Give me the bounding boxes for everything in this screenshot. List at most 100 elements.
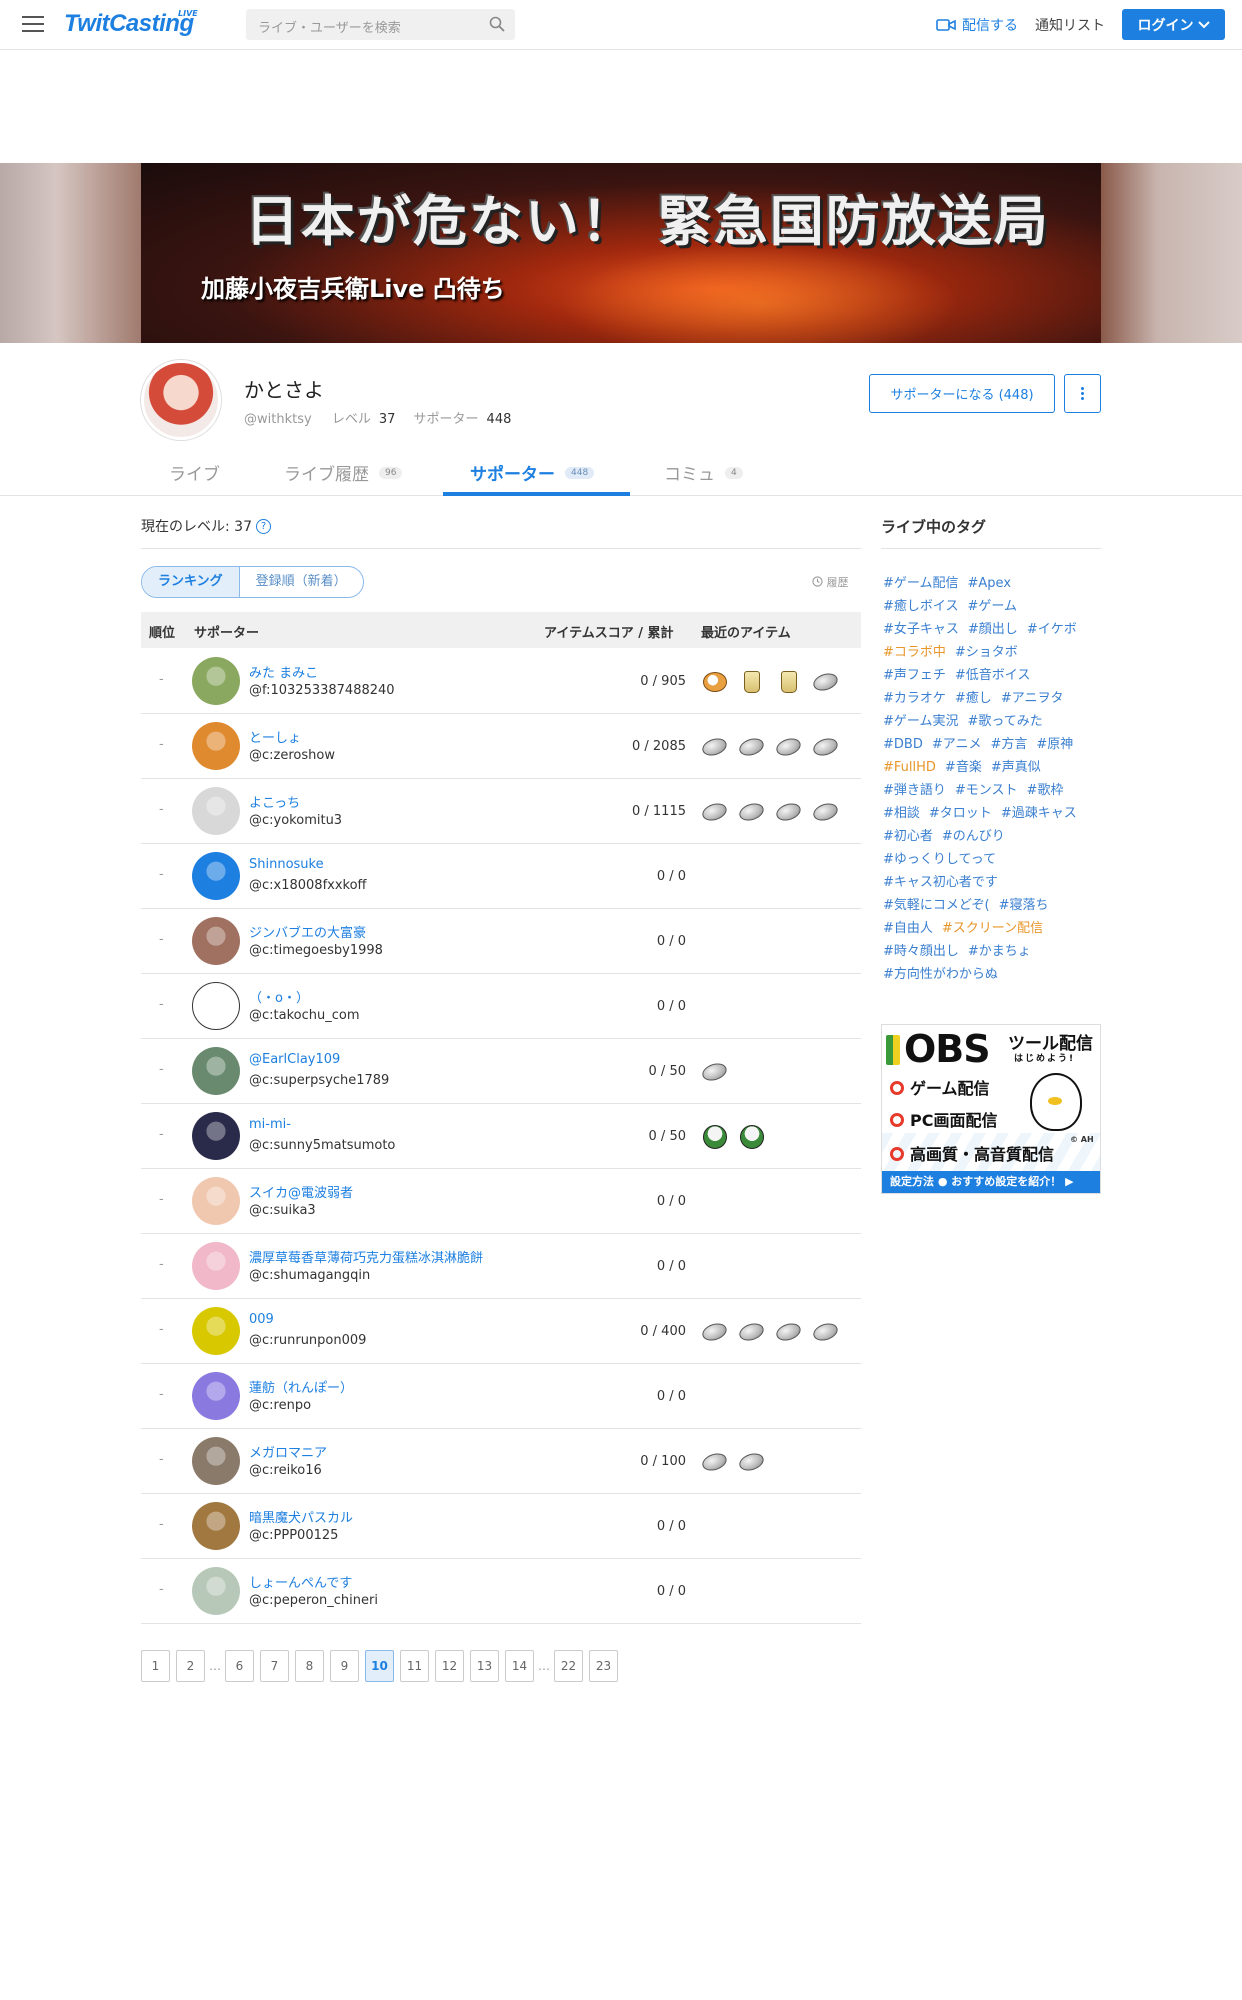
supporter-name-link[interactable]: よこっち bbox=[249, 792, 300, 811]
tag-link[interactable]: #顔出し bbox=[968, 622, 1018, 637]
supporter-name-link[interactable]: みた まみこ bbox=[249, 662, 318, 681]
supporter-avatar[interactable] bbox=[192, 722, 240, 770]
tag-link[interactable]: #ゲーム配信 bbox=[883, 576, 959, 591]
tag-link[interactable]: #FullHD bbox=[883, 760, 936, 775]
tag-link[interactable]: #自由人 bbox=[883, 921, 933, 936]
page-button[interactable]: 13 bbox=[470, 1650, 499, 1682]
supporter-name-link[interactable]: メガロマニア bbox=[249, 1442, 327, 1461]
tag-link[interactable]: #ゆっくりしてって bbox=[883, 852, 996, 867]
supporter-name-link[interactable]: （・о・） bbox=[249, 987, 309, 1006]
supporter-avatar[interactable] bbox=[192, 1307, 240, 1355]
supporter-avatar[interactable] bbox=[192, 1242, 240, 1290]
supporter-avatar[interactable] bbox=[192, 1177, 240, 1225]
tag-link[interactable]: #ゲーム実況 bbox=[883, 714, 959, 729]
page-button[interactable]: 22 bbox=[554, 1650, 583, 1682]
tag-link[interactable]: #方言 bbox=[990, 737, 1027, 752]
tag-link[interactable]: #モンスト bbox=[955, 783, 1018, 798]
supporter-avatar[interactable] bbox=[192, 982, 240, 1030]
tab-live[interactable]: ライブ bbox=[169, 460, 220, 485]
supporter-avatar[interactable] bbox=[192, 1047, 240, 1095]
tag-link[interactable]: #イケボ bbox=[1027, 622, 1077, 637]
tag-link[interactable]: #寝落ち bbox=[999, 898, 1049, 913]
page-button[interactable]: 10 bbox=[365, 1650, 394, 1682]
tag-link[interactable]: #原神 bbox=[1036, 737, 1073, 752]
page-button[interactable]: 11 bbox=[400, 1650, 429, 1682]
search-icon[interactable] bbox=[489, 16, 505, 32]
supporter-avatar[interactable] bbox=[192, 1437, 240, 1485]
tab-live-history[interactable]: ライブ履歴 96 bbox=[284, 460, 403, 485]
supporter-name-link[interactable]: スイカ@電波弱者 bbox=[249, 1182, 353, 1201]
become-supporter-button[interactable]: サポーターになる (448) bbox=[869, 374, 1055, 413]
supporter-name-link[interactable]: 暗黒魔犬パスカル bbox=[249, 1507, 353, 1526]
page-button[interactable]: 8 bbox=[295, 1650, 324, 1682]
tag-link[interactable]: #ゲーム bbox=[968, 599, 1018, 614]
supporter-avatar[interactable] bbox=[192, 657, 240, 705]
tag-link[interactable]: #歌ってみた bbox=[968, 714, 1043, 729]
tag-link[interactable]: #カラオケ bbox=[883, 691, 946, 706]
supporter-name-link[interactable]: Shinnosuke bbox=[249, 857, 324, 872]
tag-link[interactable]: #癒し bbox=[955, 691, 992, 706]
supporter-avatar[interactable] bbox=[192, 917, 240, 965]
supporter-avatar[interactable] bbox=[192, 1567, 240, 1615]
tag-link[interactable]: #初心者 bbox=[883, 829, 933, 844]
tag-link[interactable]: #過疎キャス bbox=[1001, 806, 1077, 821]
tag-link[interactable]: #相談 bbox=[883, 806, 920, 821]
supporter-name-link[interactable]: 蓮舫（れんぽー） bbox=[249, 1377, 353, 1396]
supporter-avatar[interactable] bbox=[192, 787, 240, 835]
page-button[interactable]: 6 bbox=[225, 1650, 254, 1682]
twitcasting-logo[interactable]: TwitCasting bbox=[64, 10, 194, 38]
page-button[interactable]: 23 bbox=[589, 1650, 618, 1682]
sort-ranking-button[interactable]: ランキング bbox=[142, 567, 240, 597]
profile-avatar[interactable] bbox=[141, 360, 221, 440]
page-button[interactable]: 7 bbox=[260, 1650, 289, 1682]
page-button[interactable]: 14 bbox=[505, 1650, 534, 1682]
tag-link[interactable]: #声フェチ bbox=[883, 668, 946, 683]
supporter-name-link[interactable]: ジンバブエの大富豪 bbox=[249, 922, 366, 941]
page-button[interactable]: 2 bbox=[176, 1650, 205, 1682]
broadcast-link[interactable]: 配信する bbox=[936, 15, 1018, 35]
tag-link[interactable]: #スクリーン配信 bbox=[942, 921, 1043, 936]
tag-link[interactable]: #気軽にコメどぞ( bbox=[883, 898, 990, 913]
tag-link[interactable]: #キャス初心者です bbox=[883, 875, 998, 890]
tab-community[interactable]: コミュ 4 bbox=[664, 460, 743, 485]
tag-link[interactable]: #音楽 bbox=[945, 760, 982, 775]
supporter-name-link[interactable]: mi-mi- bbox=[249, 1117, 291, 1132]
tag-link[interactable]: #DBD bbox=[883, 737, 923, 752]
tag-link[interactable]: #弾き語り bbox=[883, 783, 946, 798]
more-options-button[interactable] bbox=[1064, 374, 1101, 413]
page-button[interactable]: 12 bbox=[435, 1650, 464, 1682]
supporter-name-link[interactable]: とーしょ bbox=[249, 727, 301, 746]
supporter-name-link[interactable]: 濃厚草莓香草薄荷巧克力蛋糕冰淇淋脆餅 bbox=[249, 1247, 483, 1266]
tag-link[interactable]: #方向性がわからぬ bbox=[883, 967, 998, 982]
tag-link[interactable]: #コラボ中 bbox=[883, 645, 946, 660]
supporter-name-link[interactable]: @EarlClay109 bbox=[249, 1052, 340, 1067]
tag-link[interactable]: #声真似 bbox=[991, 760, 1041, 775]
supporter-avatar[interactable] bbox=[192, 1112, 240, 1160]
tag-link[interactable]: #Apex bbox=[968, 576, 1012, 591]
page-button[interactable]: 9 bbox=[330, 1650, 359, 1682]
tag-link[interactable]: #のんびり bbox=[942, 829, 1005, 844]
obs-ad-banner[interactable]: OBS ツール配信 はじめよう! ゲーム配信 PC画面配信 高画質・高音質配信 … bbox=[881, 1024, 1101, 1194]
tag-link[interactable]: #時々顔出し bbox=[883, 944, 959, 959]
tag-link[interactable]: #タロット bbox=[929, 806, 992, 821]
sort-newest-button[interactable]: 登録順（新着） bbox=[240, 567, 363, 597]
page-button[interactable]: 1 bbox=[141, 1650, 170, 1682]
tag-link[interactable]: #アニヲタ bbox=[1001, 691, 1064, 706]
history-link[interactable]: 履歴 bbox=[812, 574, 849, 590]
supporter-name-link[interactable]: 009 bbox=[249, 1312, 274, 1327]
search-input[interactable]: ライブ・ユーザーを検索 bbox=[246, 9, 515, 40]
menu-icon[interactable] bbox=[22, 16, 44, 34]
tag-link[interactable]: #かまちょ bbox=[968, 944, 1031, 959]
tag-link[interactable]: #アニメ bbox=[932, 737, 982, 752]
tag-link[interactable]: #女子キャス bbox=[883, 622, 959, 637]
ad-footer-link[interactable]: 設定方法 ● おすすめ設定を紹介！ ▶ bbox=[882, 1171, 1100, 1193]
tag-link[interactable]: #ショタボ bbox=[955, 645, 1018, 660]
supporter-avatar[interactable] bbox=[192, 1502, 240, 1550]
supporter-avatar[interactable] bbox=[192, 1372, 240, 1420]
tag-link[interactable]: #低音ボイス bbox=[955, 668, 1031, 683]
supporter-avatar[interactable] bbox=[192, 852, 240, 900]
tab-supporters[interactable]: サポーター 448 bbox=[470, 460, 595, 485]
tag-link[interactable]: #癒しボイス bbox=[883, 599, 959, 614]
tag-link[interactable]: #歌枠 bbox=[1027, 783, 1064, 798]
help-icon[interactable]: ? bbox=[255, 519, 271, 534]
